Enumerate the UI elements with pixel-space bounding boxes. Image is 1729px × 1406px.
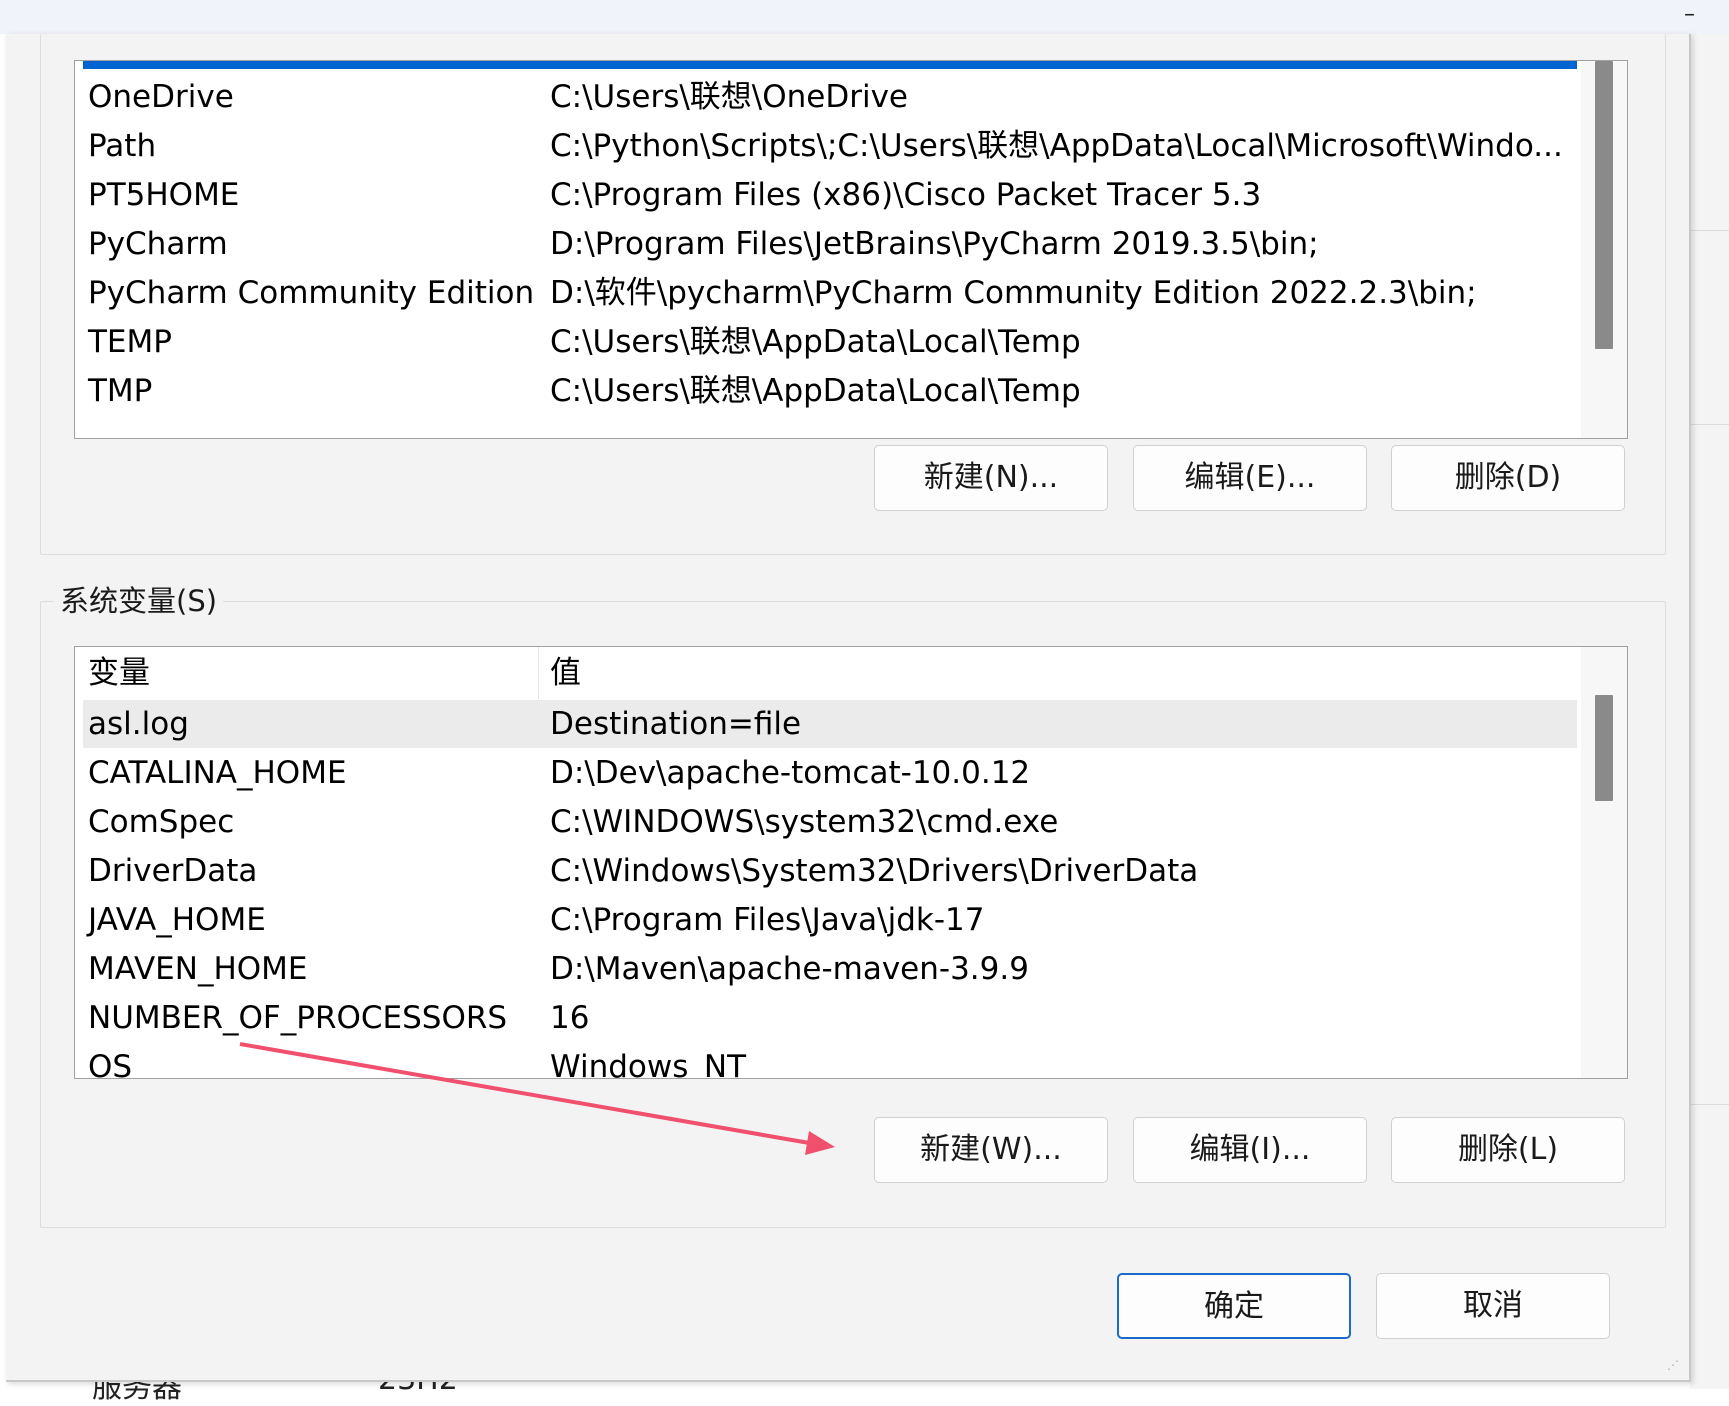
variable-name: asl.log (88, 706, 189, 742)
variable-value: D:\Maven\apache-maven-3.9.9 (550, 951, 1029, 987)
table-row[interactable]: TMP C:\Users\联想\AppData\Local\Temp (83, 367, 1577, 415)
user-variables-list[interactable]: OneDrive C:\Users\联想\OneDrive Path C:\Pytho… (74, 60, 1628, 439)
scroll-thumb[interactable] (1595, 61, 1613, 349)
system-variables-list[interactable]: 变量 值 asl.log Destination=file CATALINA_HOM… (74, 646, 1628, 1079)
variable-name: OneDrive (88, 79, 234, 115)
variable-value: C:\Program Files (x86)\Cisco Packet Trac… (550, 177, 1262, 213)
variable-name: PT5HOME (88, 177, 240, 213)
list-header: 变量 值 (83, 647, 1577, 699)
window-titlebar: – (0, 0, 1729, 34)
selected-row[interactable] (83, 61, 1577, 69)
variable-value: C:\Windows\System32\Drivers\DriverData (550, 853, 1199, 889)
table-row[interactable]: MAVEN_HOME D:\Maven\apache-maven-3.9.9 (83, 945, 1577, 993)
variable-value: D:\Program Files\JetBrains\PyCharm 2019.… (550, 226, 1319, 262)
system-delete-button[interactable]: 删除(L) (1391, 1117, 1625, 1183)
environment-variables-dialog: OneDrive C:\Users\联想\OneDrive Path C:\Pytho… (6, 34, 1691, 1382)
column-header-variable[interactable]: 变量 (88, 647, 150, 699)
system-edit-button[interactable]: 编辑(I)... (1133, 1117, 1367, 1183)
user-list-scrollbar[interactable] (1581, 61, 1627, 438)
variable-name: PyCharm (88, 226, 228, 262)
resize-grip-icon[interactable]: ⋰ (1667, 1358, 1685, 1376)
variable-value: 16 (550, 1000, 590, 1036)
variable-name: TEMP (88, 324, 172, 360)
table-row[interactable]: asl.log Destination=file (83, 700, 1577, 748)
variable-value: Windows_NT (550, 1049, 747, 1079)
variable-name: NUMBER_OF_PROCESSORS (88, 1000, 508, 1036)
variable-name: ComSpec (88, 804, 235, 840)
variable-name: PyCharm Community Edition (88, 275, 535, 311)
variable-name: OS (88, 1049, 133, 1079)
scroll-thumb[interactable] (1595, 695, 1613, 801)
background-window-edge (1690, 34, 1729, 1389)
system-list-scrollbar[interactable] (1581, 647, 1627, 1078)
variable-name: DriverData (88, 853, 258, 889)
system-variables-legend: 系统变量(S) (54, 578, 224, 620)
table-row[interactable]: JAVA_HOME C:\Program Files\Java\jdk-17 (83, 896, 1577, 944)
variable-name: CATALINA_HOME (88, 755, 347, 791)
variable-name: JAVA_HOME (88, 902, 266, 938)
table-row[interactable]: OS Windows_NT (83, 1043, 1577, 1079)
minimize-button[interactable]: – (1684, 2, 1695, 28)
variable-value: C:\Python\Scripts\;C:\Users\联想\AppData\L… (550, 128, 1563, 164)
table-row[interactable]: CATALINA_HOME D:\Dev\apache-tomcat-10.0.1… (83, 749, 1577, 797)
variable-value: C:\WINDOWS\system32\cmd.exe (550, 804, 1059, 840)
user-new-button[interactable]: 新建(N)... (874, 445, 1108, 511)
variable-name: TMP (88, 373, 153, 409)
table-row[interactable]: ComSpec C:\WINDOWS\system32\cmd.exe (83, 798, 1577, 846)
user-delete-button[interactable]: 删除(D) (1391, 445, 1625, 511)
table-row[interactable]: OneDrive C:\Users\联想\OneDrive (83, 73, 1577, 121)
variable-value: C:\Users\联想\OneDrive (550, 79, 908, 115)
variable-name: MAVEN_HOME (88, 951, 308, 987)
variable-value: C:\Program Files\Java\jdk-17 (550, 902, 985, 938)
table-row[interactable]: TEMP C:\Users\联想\AppData\Local\Temp (83, 318, 1577, 366)
variable-value: D:\软件\pycharm\PyCharm Community Edition … (550, 275, 1477, 311)
table-row[interactable]: PyCharm Community Edition D:\软件\pycharm\P… (83, 269, 1577, 317)
user-edit-button[interactable]: 编辑(E)... (1133, 445, 1367, 511)
variable-value: C:\Users\联想\AppData\Local\Temp (550, 373, 1081, 409)
table-row[interactable]: Path C:\Python\Scripts\;C:\Users\联想\AppDa… (83, 122, 1577, 170)
variable-value: C:\Users\联想\AppData\Local\Temp (550, 324, 1081, 360)
table-row[interactable]: DriverData C:\Windows\System32\Drivers\Dr… (83, 847, 1577, 895)
variable-value: D:\Dev\apache-tomcat-10.0.12 (550, 755, 1031, 791)
system-new-button[interactable]: 新建(W)... (874, 1117, 1108, 1183)
variable-value: Destination=file (550, 706, 802, 742)
table-row[interactable]: PyCharm D:\Program Files\JetBrains\PyChar… (83, 220, 1577, 268)
ok-button[interactable]: 确定 (1117, 1273, 1351, 1339)
column-header-value[interactable]: 值 (550, 647, 581, 699)
table-row[interactable]: PT5HOME C:\Program Files (x86)\Cisco Pack… (83, 171, 1577, 219)
table-row[interactable]: NUMBER_OF_PROCESSORS 16 (83, 994, 1577, 1042)
cancel-button[interactable]: 取消 (1376, 1273, 1610, 1339)
variable-name: Path (88, 128, 157, 164)
